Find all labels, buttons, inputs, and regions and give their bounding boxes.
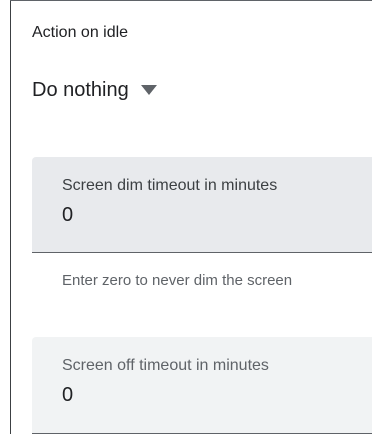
panel-left-border [10, 0, 11, 434]
action-on-idle-select[interactable]: Do nothing [32, 76, 157, 104]
action-on-idle-label: Action on idle [32, 24, 129, 41]
screen-off-timeout-value[interactable]: 0 [62, 384, 73, 407]
screen-off-timeout-label: Screen off timeout in minutes [62, 357, 269, 374]
panel-top-border [10, 0, 372, 1]
screen-dim-timeout-label: Screen dim timeout in minutes [62, 177, 278, 194]
screen-dim-timeout-underline [32, 252, 372, 253]
screen-dim-timeout-field[interactable]: Screen dim timeout in minutes 0 [32, 157, 372, 253]
screen-dim-timeout-value[interactable]: 0 [62, 204, 73, 227]
power-settings-panel: Action on idle Do nothing Screen dim tim… [0, 0, 372, 434]
dropdown-arrow-icon [140, 85, 157, 95]
screen-dim-helper-text: Enter zero to never dim the screen [62, 272, 293, 289]
action-on-idle-value: Do nothing [32, 78, 129, 101]
screen-off-timeout-field[interactable]: Screen off timeout in minutes 0 [32, 337, 372, 434]
